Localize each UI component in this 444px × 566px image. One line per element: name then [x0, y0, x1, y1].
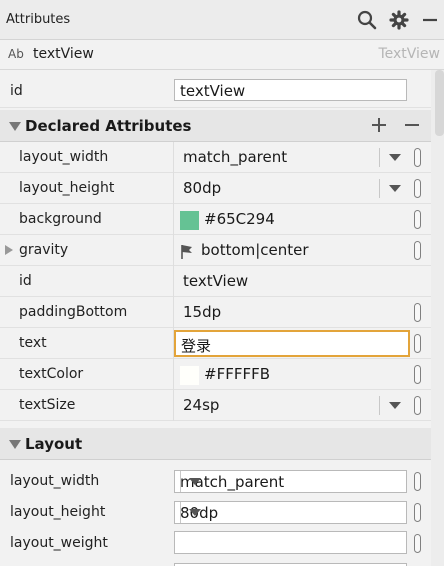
- expand-arrow-icon[interactable]: [5, 245, 13, 255]
- dropdown-arrow-icon[interactable]: [180, 502, 206, 523]
- attr-value[interactable]: match_parent: [183, 148, 287, 166]
- collapse-arrow-icon[interactable]: [9, 122, 21, 131]
- layout-row-width[interactable]: layout_width match_parent: [0, 466, 431, 497]
- attr-label: id: [19, 273, 32, 289]
- flag-icon: [180, 244, 194, 260]
- layout-row-height[interactable]: layout_height 80dp: [0, 497, 431, 528]
- attr-value[interactable]: 24sp: [183, 396, 219, 414]
- column-divider: [173, 266, 174, 297]
- resource-picker-icon[interactable]: [414, 396, 421, 415]
- attr-row-gravity[interactable]: gravity bottom|center: [0, 235, 431, 266]
- column-divider: [173, 173, 174, 204]
- resource-picker-icon[interactable]: [414, 503, 421, 522]
- attr-row-text-size[interactable]: textSize 24sp: [0, 390, 431, 421]
- component-name: textView: [33, 46, 94, 62]
- attr-value[interactable]: 80dp: [183, 179, 221, 197]
- column-divider: [173, 204, 174, 235]
- layout-height-combo[interactable]: 80dp: [174, 501, 407, 524]
- resource-picker-icon[interactable]: [414, 334, 421, 353]
- resource-picker-icon[interactable]: [414, 303, 421, 322]
- minimize-icon[interactable]: [418, 8, 442, 32]
- component-bar: Ab textView TextView: [0, 40, 444, 70]
- resource-picker-icon[interactable]: [414, 148, 421, 167]
- search-icon[interactable]: [355, 8, 379, 32]
- attr-row-text[interactable]: text 登录: [0, 328, 431, 359]
- attr-row-layout-width[interactable]: layout_width match_parent: [0, 142, 431, 173]
- color-swatch[interactable]: [180, 366, 199, 385]
- resource-picker-icon[interactable]: [414, 365, 421, 384]
- resource-picker-icon[interactable]: [414, 179, 421, 198]
- scrollbar[interactable]: [431, 70, 444, 566]
- panel-title: Attributes: [6, 12, 71, 27]
- layout-width-combo[interactable]: match_parent: [174, 470, 407, 493]
- text-input[interactable]: 登录: [174, 330, 410, 357]
- remove-attribute-icon[interactable]: [405, 124, 419, 126]
- attr-value[interactable]: bottom|center: [201, 241, 309, 259]
- id-input[interactable]: textView: [174, 79, 407, 101]
- attr-label: layout_width: [19, 149, 109, 165]
- attr-label: gravity: [19, 242, 69, 258]
- column-divider: [173, 142, 174, 173]
- section-title: Declared Attributes: [25, 117, 192, 135]
- attr-value[interactable]: textView: [183, 272, 248, 290]
- textview-icon: Ab: [8, 47, 24, 61]
- column-divider: [173, 359, 174, 390]
- column-divider: [173, 390, 174, 421]
- attr-row-background[interactable]: background #65C294: [0, 204, 431, 235]
- attr-label: background: [19, 211, 102, 227]
- attr-label: text: [19, 335, 47, 351]
- text-input-value: 登录: [181, 337, 212, 355]
- attr-row-text-color[interactable]: textColor #FFFFFB: [0, 359, 431, 390]
- attr-value[interactable]: #FFFFFB: [204, 365, 270, 383]
- gear-icon[interactable]: [387, 8, 411, 32]
- id-label: id: [10, 83, 23, 99]
- attr-label: layout_height: [10, 504, 106, 520]
- attr-label: layout_weight: [10, 535, 108, 551]
- id-input-value: textView: [180, 82, 246, 100]
- resource-picker-icon[interactable]: [414, 210, 421, 229]
- layout-row-weight[interactable]: layout_weight: [0, 528, 431, 559]
- section-title: Layout: [25, 435, 83, 453]
- layout-weight-input[interactable]: [174, 531, 407, 554]
- component-type: TextView: [378, 46, 440, 62]
- attr-label: paddingBottom: [19, 304, 128, 320]
- attr-row-layout-height[interactable]: layout_height 80dp: [0, 173, 431, 204]
- attr-row-id[interactable]: id textView: [0, 266, 431, 297]
- resource-picker-icon[interactable]: [414, 241, 421, 260]
- column-divider: [173, 297, 174, 328]
- attr-value[interactable]: 15dp: [183, 303, 221, 321]
- layout-header[interactable]: Layout: [0, 428, 431, 460]
- resource-picker-icon[interactable]: [414, 534, 421, 553]
- attr-value[interactable]: #65C294: [204, 210, 275, 228]
- scrollbar-thumb[interactable]: [435, 70, 444, 136]
- collapse-arrow-icon[interactable]: [9, 440, 21, 449]
- attr-label: layout_width: [10, 473, 100, 489]
- attr-label: textSize: [19, 397, 76, 413]
- declared-attributes-header[interactable]: Declared Attributes: [0, 110, 431, 142]
- dropdown-arrow-icon[interactable]: [180, 471, 206, 492]
- dropdown-arrow-icon[interactable]: [379, 179, 405, 198]
- color-swatch[interactable]: [180, 211, 199, 230]
- dropdown-arrow-icon[interactable]: [379, 148, 405, 167]
- id-row: id textView: [0, 74, 431, 108]
- attr-label: layout_height: [19, 180, 115, 196]
- attr-label: textColor: [19, 366, 84, 382]
- next-row-peek: [0, 560, 431, 566]
- panel-header: Attributes: [0, 0, 444, 40]
- column-divider: [173, 235, 174, 266]
- attr-row-padding-bottom[interactable]: paddingBottom 15dp: [0, 297, 431, 328]
- add-attribute-icon[interactable]: [372, 118, 386, 132]
- resource-picker-icon[interactable]: [414, 472, 421, 491]
- dropdown-arrow-icon[interactable]: [379, 396, 405, 415]
